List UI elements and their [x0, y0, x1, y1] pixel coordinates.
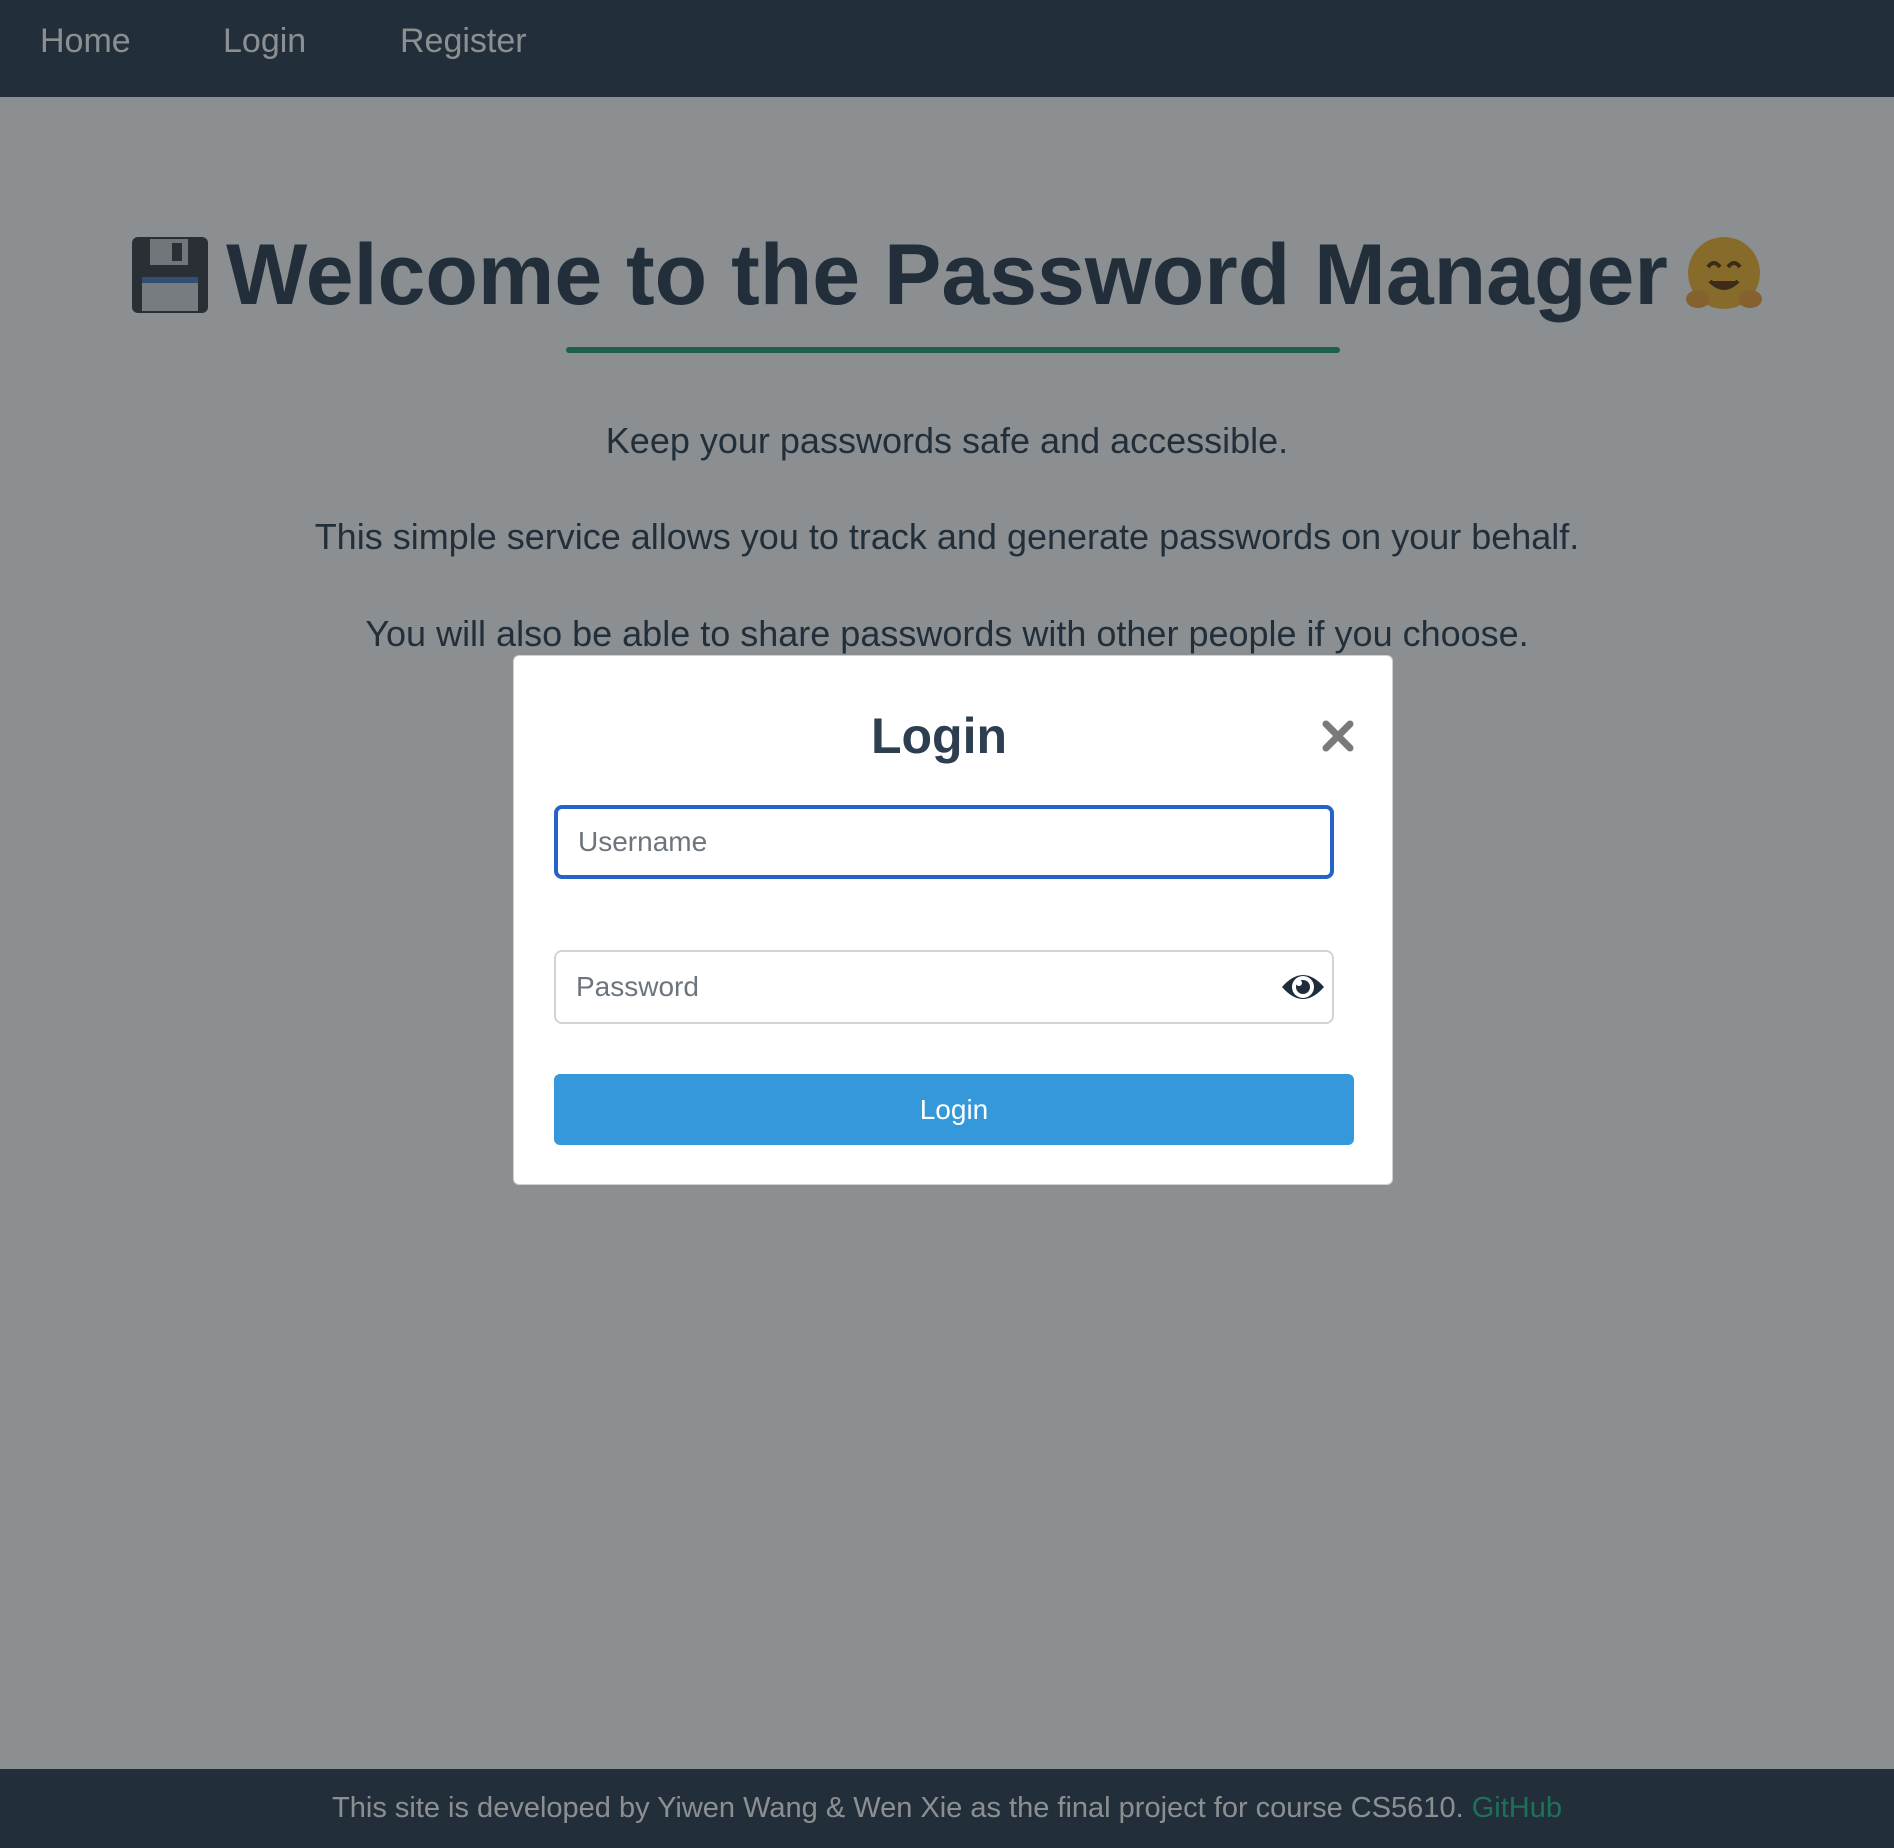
- login-modal: Login Login: [513, 655, 1393, 1185]
- password-input[interactable]: [554, 950, 1334, 1024]
- modal-title: Login: [870, 708, 1008, 764]
- eye-icon[interactable]: [1280, 966, 1326, 1008]
- login-submit-button[interactable]: Login: [554, 1074, 1354, 1145]
- username-input[interactable]: [554, 805, 1334, 879]
- close-icon[interactable]: [1320, 718, 1356, 754]
